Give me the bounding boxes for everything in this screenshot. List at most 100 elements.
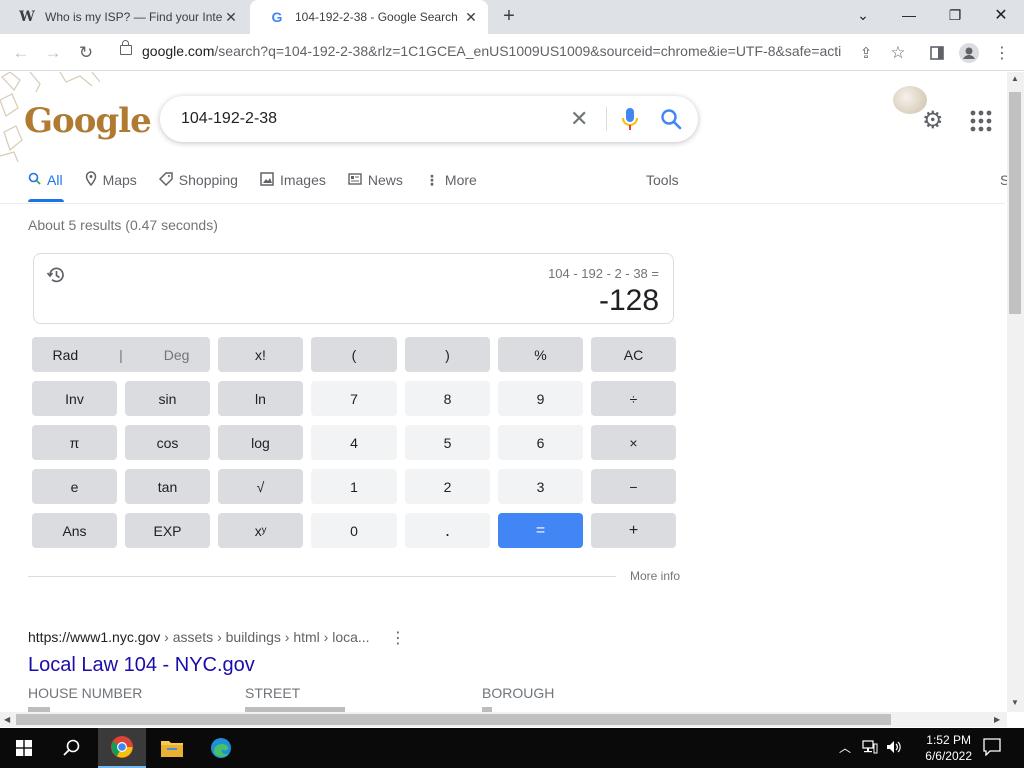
- url-text[interactable]: google.com/search?q=104-192-2-38&rlz=1C1…: [142, 43, 842, 59]
- right-paren-key[interactable]: ): [405, 337, 490, 372]
- address-bar[interactable]: google.com/search?q=104-192-2-38&rlz=1C1…: [110, 39, 880, 65]
- chrome-taskbar-icon[interactable]: [98, 728, 146, 768]
- plus-key[interactable]: +: [591, 513, 676, 548]
- digit-9-key[interactable]: 9: [498, 381, 583, 416]
- edge-browser-icon[interactable]: [197, 728, 245, 768]
- tab-images[interactable]: Images: [260, 168, 326, 192]
- tab-title: Who is my ISP? — Find your Inte: [45, 10, 222, 24]
- search-magnifier-icon[interactable]: [660, 108, 682, 130]
- deg-label[interactable]: Deg: [164, 347, 190, 363]
- rad-deg-toggle[interactable]: Rad | Deg: [32, 337, 210, 372]
- cos-key[interactable]: cos: [125, 425, 210, 460]
- chrome-menu-kebab-icon[interactable]: ⋮: [991, 42, 1013, 64]
- wikipedia-favicon-icon: W: [19, 9, 35, 25]
- power-key[interactable]: xʸ: [218, 513, 303, 548]
- taskbar-search-icon[interactable]: [48, 728, 96, 768]
- network-icon[interactable]: [862, 740, 878, 757]
- volume-speaker-icon[interactable]: [886, 740, 902, 757]
- clear-search-icon[interactable]: ✕: [570, 106, 588, 132]
- tab-wikipedia[interactable]: W Who is my ISP? — Find your Inte ✕: [0, 0, 248, 34]
- tan-key[interactable]: tan: [125, 469, 210, 504]
- notifications-icon[interactable]: [983, 738, 1001, 759]
- history-clock-icon[interactable]: [46, 265, 66, 285]
- exp-key[interactable]: EXP: [125, 513, 210, 548]
- tab-more[interactable]: ⋮ More: [425, 168, 477, 192]
- result-menu-kebab-icon[interactable]: ⋮: [390, 628, 406, 648]
- divide-key[interactable]: ÷: [591, 381, 676, 416]
- restore-icon[interactable]: ❐: [932, 0, 978, 30]
- tab-news[interactable]: News: [348, 168, 403, 192]
- left-paren-key[interactable]: (: [311, 337, 397, 372]
- result-site[interactable]: https://www1.nyc.gov: [28, 629, 160, 645]
- digit-5-key[interactable]: 5: [405, 425, 490, 460]
- google-apps-grid-icon[interactable]: [970, 110, 992, 132]
- tab-all[interactable]: All: [28, 168, 63, 192]
- calculator-divider: [28, 576, 616, 577]
- forward-arrow-icon[interactable]: →: [42, 42, 64, 64]
- result-path[interactable]: › assets › buildings › html › loca...: [160, 629, 369, 645]
- close-tab-icon[interactable]: ✕: [462, 9, 480, 26]
- digit-3-key[interactable]: 3: [498, 469, 583, 504]
- all-clear-key[interactable]: AC: [591, 337, 676, 372]
- ln-key[interactable]: ln: [218, 381, 303, 416]
- log-key[interactable]: log: [218, 425, 303, 460]
- scroll-up-arrow-icon[interactable]: ▲: [1011, 74, 1019, 83]
- start-windows-icon[interactable]: [0, 728, 48, 768]
- inverse-key[interactable]: Inv: [32, 381, 117, 416]
- digit-2-key[interactable]: 2: [405, 469, 490, 504]
- show-hidden-icons-chevron-icon[interactable]: ︿: [839, 739, 851, 756]
- side-panel-icon[interactable]: [926, 42, 948, 64]
- rad-label[interactable]: Rad: [52, 347, 78, 363]
- tab-google-search[interactable]: G 104-192-2-38 - Google Search ✕: [250, 0, 488, 34]
- pi-key[interactable]: π: [32, 425, 117, 460]
- horizontal-scrollbar[interactable]: ◀ ▶: [0, 712, 1007, 727]
- vertical-scroll-thumb[interactable]: [1009, 92, 1021, 314]
- euler-e-key[interactable]: e: [32, 469, 117, 504]
- vertical-scrollbar[interactable]: ▲ ▼: [1007, 72, 1024, 712]
- square-root-key[interactable]: √: [218, 469, 303, 504]
- equals-key[interactable]: =: [498, 513, 583, 548]
- minimize-icon[interactable]: —: [886, 0, 932, 30]
- horizontal-scroll-thumb[interactable]: [16, 714, 891, 725]
- digit-1-key[interactable]: 1: [311, 469, 397, 504]
- more-info-link[interactable]: More info: [630, 569, 680, 583]
- tools-button[interactable]: Tools: [646, 172, 679, 188]
- file-explorer-icon[interactable]: [148, 728, 196, 768]
- share-icon[interactable]: ⇪: [855, 42, 877, 64]
- scroll-right-arrow-icon[interactable]: ▶: [994, 715, 1000, 724]
- tab-shopping[interactable]: Shopping: [158, 168, 238, 192]
- tab-maps[interactable]: Maps: [85, 168, 137, 192]
- digit-7-key[interactable]: 7: [311, 381, 397, 416]
- answer-key[interactable]: Ans: [32, 513, 117, 548]
- multiply-key[interactable]: ×: [591, 425, 676, 460]
- settings-gear-icon[interactable]: ⚙: [922, 108, 948, 134]
- digit-0-key[interactable]: 0: [311, 513, 397, 548]
- google-favicon-icon: G: [271, 9, 283, 25]
- result-breadcrumb[interactable]: https://www1.nyc.gov › assets › building…: [28, 629, 370, 645]
- close-tab-icon[interactable]: ✕: [222, 9, 240, 26]
- new-tab-plus-icon[interactable]: +: [498, 6, 520, 28]
- google-doodle-logo[interactable]: Google: [24, 101, 152, 141]
- digit-6-key[interactable]: 6: [498, 425, 583, 460]
- minus-key[interactable]: −: [591, 469, 676, 504]
- system-clock[interactable]: 1:52 PM 6/6/2022: [925, 732, 972, 764]
- microphone-icon[interactable]: [622, 108, 638, 130]
- sin-key[interactable]: sin: [125, 381, 210, 416]
- result-title-link[interactable]: Local Law 104 - NYC.gov: [28, 654, 255, 677]
- search-input[interactable]: 104-192-2-38: [181, 110, 277, 128]
- close-window-icon[interactable]: ✕: [978, 0, 1024, 30]
- percent-key[interactable]: %: [498, 337, 583, 372]
- bookmark-star-icon[interactable]: ☆: [887, 42, 909, 64]
- scroll-down-arrow-icon[interactable]: ▼: [1011, 698, 1019, 707]
- decimal-point-key[interactable]: .: [405, 513, 490, 548]
- back-arrow-icon[interactable]: ←: [10, 42, 32, 64]
- profile-avatar-icon[interactable]: [958, 42, 980, 64]
- digit-8-key[interactable]: 8: [405, 381, 490, 416]
- reload-icon[interactable]: ↻: [75, 42, 97, 64]
- search-box[interactable]: 104-192-2-38 ✕: [160, 96, 698, 142]
- tab-search-chevron-icon[interactable]: ⌄: [840, 0, 886, 30]
- factorial-key[interactable]: x!: [218, 337, 303, 372]
- digit-4-key[interactable]: 4: [311, 425, 397, 460]
- scroll-left-arrow-icon[interactable]: ◀: [4, 715, 10, 724]
- lock-icon[interactable]: [120, 40, 132, 55]
